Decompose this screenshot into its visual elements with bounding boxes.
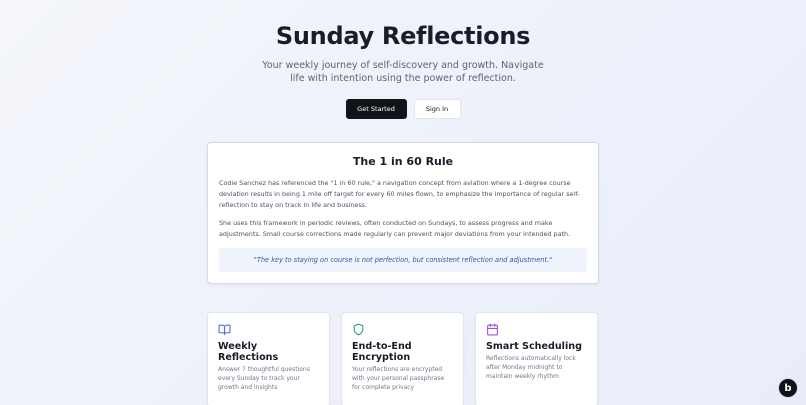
bolt-b-logo-icon[interactable]: b — [778, 378, 798, 398]
feature-title: End-to-End Encryption — [352, 341, 412, 363]
hero-subtitle: Your weekly journey of self-discovery an… — [262, 60, 544, 84]
feature-card-weekly-reflections: Weekly Reflections Answer 7 thoughtful q… — [207, 312, 330, 405]
feature-card-encryption: End-to-End Encryption Your reflections a… — [341, 312, 464, 405]
rule-card: The 1 in 60 Rule Codie Sanchez has refer… — [207, 142, 599, 284]
shield-icon — [353, 323, 364, 336]
feature-description: Your reflections are encrypted with your… — [352, 366, 445, 391]
feature-card-smart-scheduling: Smart Scheduling Reflections automatical… — [475, 312, 598, 405]
feature-title: Weekly Reflections — [218, 341, 279, 363]
rule-title: The 1 in 60 Rule — [352, 155, 454, 168]
features-grid: Weekly Reflections Answer 7 thoughtful q… — [207, 312, 599, 405]
calendar-icon — [487, 323, 498, 336]
hero-actions: Get Started Sign In — [0, 99, 806, 119]
book-open-icon — [218, 324, 231, 335]
page-title: Sunday Reflections — [275, 22, 531, 50]
rule-quote: "The key to staying on course is not per… — [219, 248, 587, 272]
feature-title: Smart Scheduling — [486, 341, 582, 352]
rule-paragraph-1: Codie Sanchez has referenced the "1 in 6… — [219, 179, 580, 209]
get-started-button[interactable]: Get Started — [345, 99, 407, 119]
sign-in-button[interactable]: Sign In — [413, 99, 461, 119]
hero-section: Sunday Reflections Your weekly journey o… — [0, 0, 806, 119]
feature-description: Reflections automatically lock after Mon… — [486, 355, 576, 380]
rule-paragraph-2: She uses this framework in periodic revi… — [219, 219, 571, 238]
feature-description: Answer 7 thoughtful questions every Sund… — [218, 366, 310, 391]
